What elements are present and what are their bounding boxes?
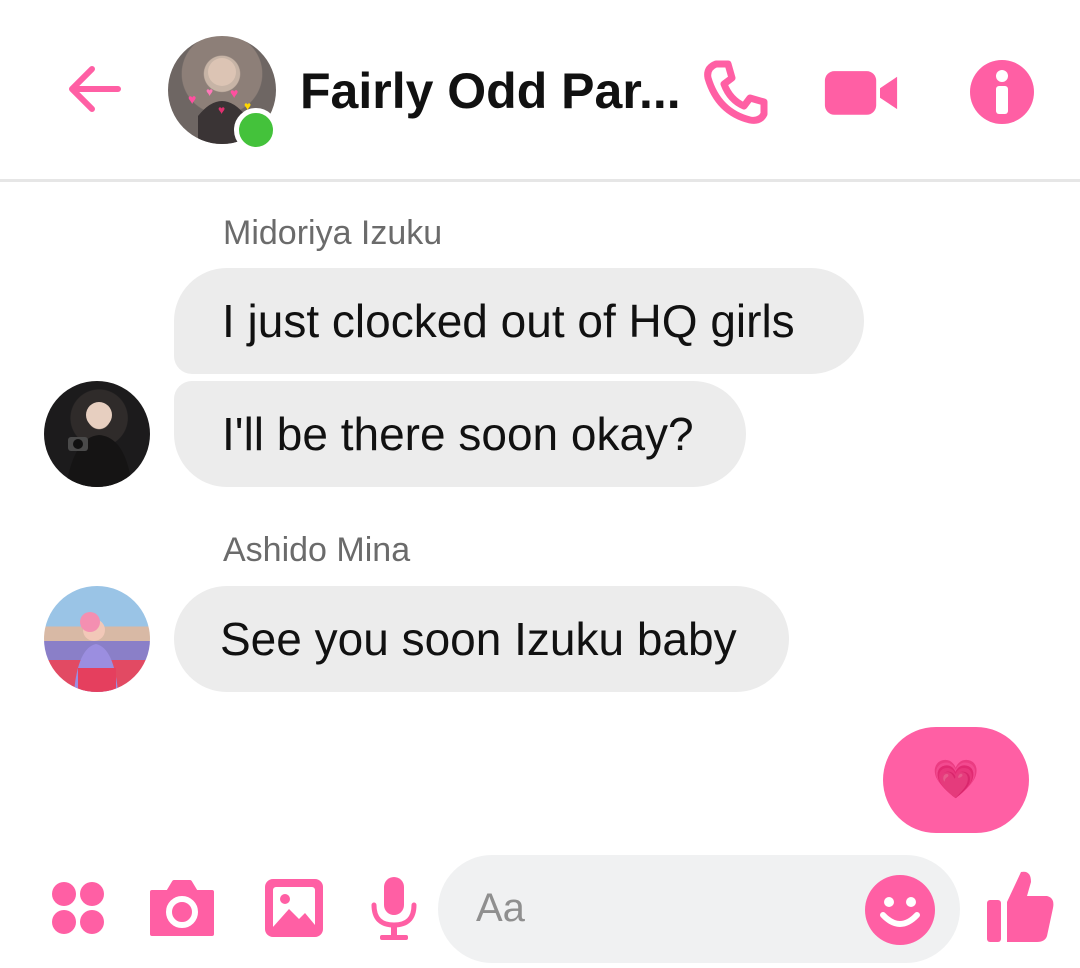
video-call-button[interactable]	[823, 54, 899, 130]
emoji-icon	[865, 875, 935, 945]
outgoing-heart-message[interactable]: 💗	[883, 727, 1029, 833]
back-button[interactable]	[62, 57, 126, 121]
camera-icon	[150, 880, 214, 936]
message-bubble[interactable]: See you soon Izuku baby	[174, 586, 789, 692]
call-button[interactable]	[698, 54, 774, 130]
image-icon	[265, 879, 323, 937]
info-icon	[970, 60, 1034, 124]
like-button[interactable]	[982, 868, 1058, 944]
emoji-button[interactable]	[862, 872, 938, 948]
microphone-icon	[371, 877, 417, 940]
avatar-image	[66, 402, 132, 487]
video-camera-icon	[824, 71, 898, 115]
online-status-indicator	[234, 108, 278, 152]
info-button[interactable]	[964, 54, 1040, 130]
apps-icon	[52, 882, 104, 934]
camera-button[interactable]	[144, 870, 220, 946]
heart-emoji: 💗	[932, 759, 980, 801]
svg-text:♥: ♥	[218, 103, 225, 117]
message-bubble[interactable]: I'll be there soon okay?	[174, 381, 746, 487]
gallery-button[interactable]	[256, 870, 332, 946]
thumbs-up-icon	[987, 871, 1054, 942]
svg-text:♥: ♥	[206, 85, 213, 99]
sender-avatar[interactable]	[44, 586, 150, 692]
chat-title[interactable]: Fairly Odd Par...	[300, 62, 681, 120]
svg-text:♥: ♥	[230, 85, 238, 101]
phone-icon	[704, 60, 768, 124]
avatar-image	[74, 612, 118, 692]
back-arrow-icon	[69, 66, 121, 112]
message-input[interactable]	[476, 886, 836, 931]
sender-avatar[interactable]	[44, 381, 150, 487]
sender-name: Midoriya Izuku	[223, 214, 443, 252]
sender-name: Ashido Mina	[223, 531, 411, 569]
more-actions-button[interactable]	[40, 870, 116, 946]
svg-text:♥: ♥	[188, 91, 196, 107]
message-bubble[interactable]: I just clocked out of HQ girls	[174, 268, 864, 374]
voice-message-button[interactable]	[356, 870, 432, 946]
